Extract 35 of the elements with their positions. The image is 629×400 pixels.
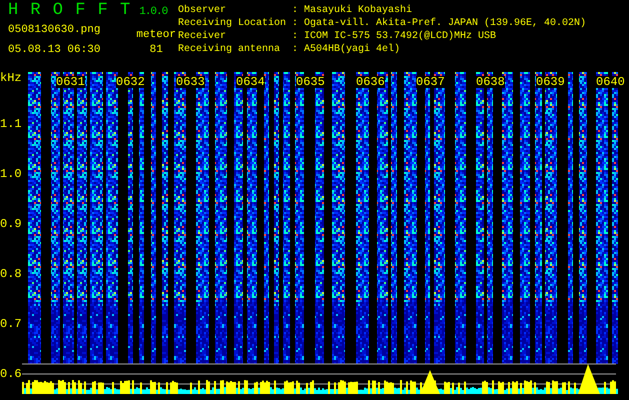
time-label: 0636: [356, 76, 385, 88]
time-label: 0637: [416, 76, 445, 88]
info-value: Masayuki Kobayashi: [304, 4, 412, 17]
app-title: H R O F F T: [8, 1, 132, 21]
file-name: 0508130630.png: [8, 23, 100, 37]
info-label: Receiving antenna: [178, 43, 282, 56]
count-label: meteor: [136, 28, 176, 42]
time-label: 0640: [596, 76, 625, 88]
time-label: 0632: [116, 76, 145, 88]
time-label: 0631: [56, 76, 85, 88]
info-colon: :: [292, 17, 300, 30]
axis-tick-label: 0.9: [0, 218, 22, 230]
app-version: 1.0.0: [139, 5, 168, 20]
info-label: Observer: [178, 4, 228, 17]
info-label: Receiving Location: [178, 17, 288, 30]
axis-tick-label: 0.7: [0, 318, 22, 330]
axis-tick-label: 0.6: [0, 368, 22, 380]
info-colon: :: [292, 4, 300, 17]
axis-tick-label: 1.1: [0, 118, 22, 130]
info-value: A504HB(yagi 4el): [304, 43, 400, 56]
time-label: 0639: [536, 76, 565, 88]
info-colon: :: [292, 43, 300, 56]
time-label: 0638: [476, 76, 505, 88]
info-value: ICOM IC-575 53.7492(@LCD)MHz USB: [304, 30, 496, 43]
info-label: Receiver: [178, 30, 228, 43]
info-colon: :: [292, 30, 300, 43]
axis-unit: kHz: [0, 72, 22, 84]
axis-tick-label: 0.8: [0, 268, 22, 280]
time-label: 0633: [176, 76, 205, 88]
time-label: 0634: [236, 76, 265, 88]
time-label: 0635: [296, 76, 325, 88]
meteor-count: 81: [150, 43, 163, 57]
date-time: 05.08.13 06:30: [8, 43, 100, 57]
axis-tick-label: 1.0: [0, 168, 22, 180]
info-value: Ogata-vill. Akita-Pref. JAPAN (139.96E, 40.02N): [304, 17, 586, 30]
